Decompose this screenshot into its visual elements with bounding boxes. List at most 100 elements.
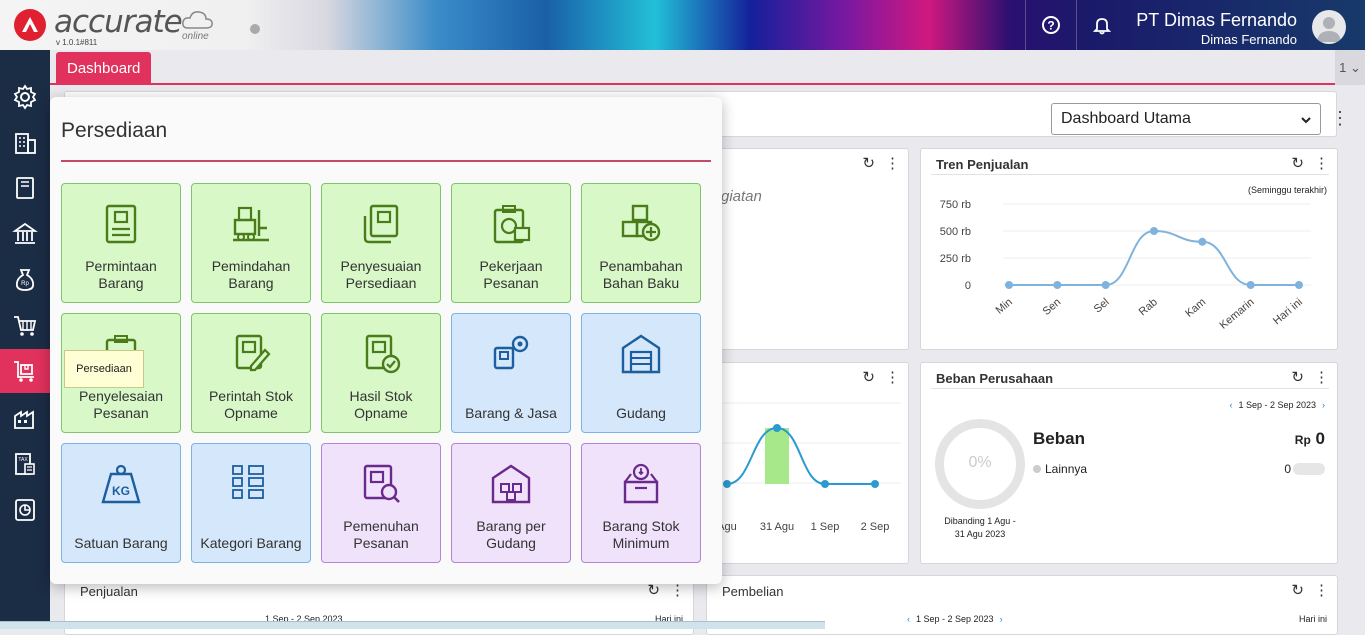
sidebar-item-tax[interactable]: TAX xyxy=(0,442,50,486)
brand-name: accurate xyxy=(54,4,183,40)
sidebar-item-inventory[interactable] xyxy=(0,349,50,393)
chevron-left-icon[interactable]: ‹ xyxy=(907,614,910,624)
tile-penyesuaian-persediaan[interactable]: Penyesuaian Persediaan xyxy=(321,183,441,303)
data-point xyxy=(1295,281,1303,289)
tab-dashboard[interactable]: Dashboard xyxy=(56,52,152,85)
kebab-menu-icon[interactable]: ⋮ xyxy=(1314,368,1329,386)
tile-pemenuhan-pesanan[interactable]: Pemenuhan Pesanan xyxy=(321,443,441,563)
chevron-left-icon[interactable]: ‹ xyxy=(1229,400,1232,410)
refresh-icon[interactable]: ↻ xyxy=(1291,581,1304,599)
sidebar-item-sales[interactable]: Rp xyxy=(0,258,50,302)
kebab-menu-icon[interactable]: ⋮ xyxy=(1331,108,1349,129)
brand-sub: online xyxy=(182,31,209,42)
chevron-right-icon[interactable]: › xyxy=(1322,400,1325,410)
tile-perintah-stok-opname[interactable]: Perintah Stok Opname xyxy=(191,313,311,433)
help-button[interactable]: ? xyxy=(1025,0,1075,50)
tile-kategori-barang[interactable]: Kategori Barang xyxy=(191,443,311,563)
data-point xyxy=(871,480,879,488)
refresh-icon[interactable]: ↻ xyxy=(1291,368,1304,386)
minimum-stock-icon xyxy=(623,463,659,504)
x-tick-label: Rab xyxy=(1137,296,1160,318)
expense-donut: 0% xyxy=(935,419,1025,509)
y-tick-label: 750 rb xyxy=(940,199,971,211)
card-title: Penjualan xyxy=(80,584,138,599)
chevron-right-icon[interactable]: › xyxy=(1000,614,1003,624)
sidebar-item-purchase[interactable] xyxy=(0,304,50,348)
sales-chart-card: ↻ ⋮ Agu 31 Agu 1 Sep 2 Sep xyxy=(710,362,909,564)
status-dot xyxy=(250,24,260,34)
company-info[interactable]: PT Dimas Fernando Dimas Fernando xyxy=(1136,10,1297,47)
card-controls: ↻ ⋮ xyxy=(1291,581,1329,599)
order-fulfillment-icon xyxy=(363,464,400,503)
tile-hasil-stok-opname[interactable]: Hasil Stok Opname xyxy=(321,313,441,433)
expense-heading: Beban xyxy=(1033,429,1085,448)
sidebar-item-ledger[interactable] xyxy=(0,166,50,210)
x-tick-label: 31 Agu xyxy=(760,521,794,533)
date-range-text: 1 Sep - 2 Sep 2023 xyxy=(1238,400,1316,410)
x-tick-label: Kam xyxy=(1183,296,1208,320)
expense-item-value: 0 xyxy=(1284,462,1291,476)
refresh-icon[interactable]: ↻ xyxy=(862,154,875,172)
warehouse-icon xyxy=(621,334,661,374)
tile-barang-stok-minimum[interactable]: Barang Stok Minimum xyxy=(581,443,701,563)
svg-text:?: ? xyxy=(1047,19,1054,33)
dashboard-select-value: Dashboard Utama xyxy=(1061,110,1191,127)
tile-pekerjaan-pesanan[interactable]: Pekerjaan Pesanan xyxy=(451,183,571,303)
kebab-menu-icon[interactable]: ⋮ xyxy=(1314,581,1329,599)
x-tick-label: Kemarin xyxy=(1217,296,1256,332)
date-range: ‹ 1 Sep - 2 Sep 2023 › xyxy=(907,614,1003,624)
daily-sales-chart: Agu 31 Agu 1 Sep 2 Sep xyxy=(711,402,901,533)
data-point xyxy=(1246,281,1255,289)
x-tick-label: Min xyxy=(994,296,1015,317)
book-icon xyxy=(16,177,34,199)
sidebar-item-assets[interactable] xyxy=(0,396,50,440)
tile-gudang[interactable]: Gudang xyxy=(581,313,701,433)
warehouse-items-icon xyxy=(491,464,531,504)
sidebar-item-bank[interactable] xyxy=(0,212,50,256)
stock-opname-order-icon xyxy=(235,334,271,372)
category-grid-icon xyxy=(232,465,264,499)
kebab-menu-icon[interactable]: ⋮ xyxy=(885,154,900,172)
tile-barang-per-gudang[interactable]: Barang per Gudang xyxy=(451,443,571,563)
x-tick-label: 2 Sep xyxy=(861,521,890,533)
tile-permintaan-barang[interactable]: Permintaan Barang xyxy=(61,183,181,303)
sales-trend-card: Tren Penjualan ↻ ⋮ (Seminggu terakhir) 02… xyxy=(920,148,1338,350)
accurate-logo-icon[interactable] xyxy=(14,9,46,41)
building-icon xyxy=(15,133,36,154)
money-bag-icon: Rp xyxy=(15,269,35,291)
y-tick-label: 0 xyxy=(965,280,971,292)
period-label: Hari ini xyxy=(1298,614,1327,624)
tab-count-dropdown[interactable]: 1 ⌄ xyxy=(1335,50,1365,85)
tab-strip: Dashboard 1 ⌄ xyxy=(50,50,1365,85)
compare-text: Dibanding 1 Agu -31 Agu 2023 xyxy=(944,516,1016,539)
sidebar-item-settings[interactable] xyxy=(0,75,50,119)
forklift-icon xyxy=(233,206,269,242)
report-chart-icon xyxy=(15,499,35,521)
help-icon: ? xyxy=(1041,16,1060,34)
activity-card: ↻ ⋮ giatan xyxy=(710,148,909,350)
inventory-menu-panel: Persediaan Permintaan Barang Pemindahan Ba… xyxy=(50,97,722,584)
notification-button[interactable] xyxy=(1076,0,1126,50)
x-tick-label: Sel xyxy=(1092,296,1112,315)
x-tick-label: 1 Sep xyxy=(811,521,840,533)
sidebar-item-reports[interactable] xyxy=(0,488,50,532)
data-point xyxy=(1101,281,1110,289)
data-point xyxy=(1053,281,1062,289)
card-controls: ↻ ⋮ xyxy=(862,154,900,172)
tile-pemindahan-barang[interactable]: Pemindahan Barang xyxy=(191,183,311,303)
data-point xyxy=(821,480,829,488)
tile-penambahan-bahan-baku[interactable]: Penambahan Bahan Baku xyxy=(581,183,701,303)
expense-item-bar xyxy=(1293,463,1325,475)
expense-item: Lainnya xyxy=(1033,462,1087,476)
panel-title: Persediaan xyxy=(61,119,168,142)
cloud-icon xyxy=(182,11,213,29)
avatar[interactable] xyxy=(1312,10,1346,44)
user-icon xyxy=(1317,17,1341,42)
tile-satuan-barang[interactable]: KG Satuan Barang xyxy=(61,443,181,563)
sidebar-item-company[interactable] xyxy=(0,121,50,165)
tile-barang-jasa[interactable]: Barang & Jasa xyxy=(451,313,571,433)
cart-icon xyxy=(14,316,37,336)
inventory-cart-icon xyxy=(14,361,34,382)
expense-total: Rp 0 xyxy=(1294,429,1325,448)
dashboard-select[interactable]: Dashboard Utama xyxy=(1051,103,1321,135)
